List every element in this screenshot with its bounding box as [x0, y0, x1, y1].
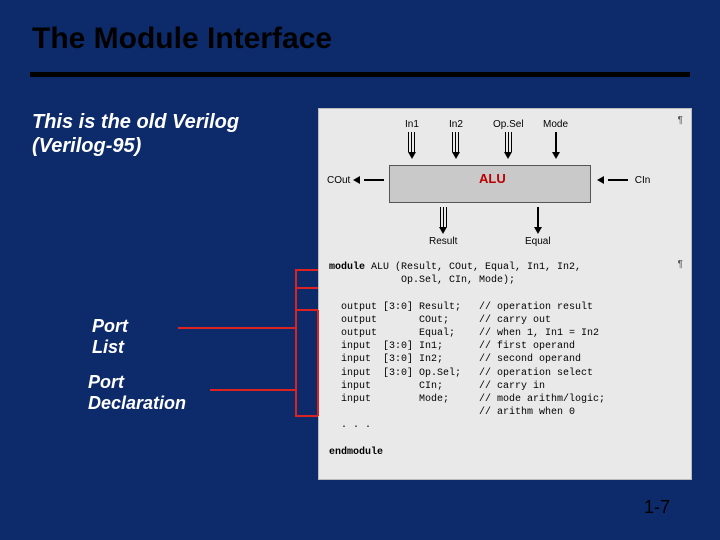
arrow-down-icon [493, 152, 524, 159]
slide-title: The Module Interface [32, 22, 332, 56]
port-left-cout: COut [327, 175, 388, 186]
arrow-down-icon [543, 152, 568, 159]
arrow-down-icon [449, 152, 463, 159]
port-label: Op.Sel [493, 119, 524, 130]
arrow-down-icon [429, 227, 457, 234]
port-top-opsel: Op.Sel [493, 119, 524, 159]
port-right-cin: CIn [597, 175, 650, 186]
wire-icon [364, 179, 384, 181]
port-top-mode: Mode [543, 119, 568, 159]
arrow-down-icon [525, 227, 551, 234]
alu-label: ALU [479, 171, 506, 186]
verilog-code: module ALU (Result, COut, Equal, In1, In… [329, 261, 685, 459]
subtitle-line-2: (Verilog-95) [32, 135, 141, 157]
wire-icon [555, 132, 557, 152]
bus-tick-icon [405, 132, 419, 152]
page-number: 1-7 [644, 497, 670, 518]
label-port-list: PortList [92, 316, 128, 357]
subtitle: This is the old Verilog (Verilog-95) [32, 110, 239, 158]
port-top-in2: In2 [449, 119, 463, 159]
arrow-down-icon [405, 152, 419, 159]
arrow-left-icon [597, 176, 604, 184]
port-label: CIn [635, 175, 651, 186]
arrow-left-icon [353, 176, 360, 184]
wire-icon [608, 179, 628, 181]
label-port-declaration: PortDeclaration [88, 372, 186, 413]
port-label: COut [327, 175, 350, 186]
port-bottom-result: Result [429, 207, 457, 247]
bus-tick-icon [429, 207, 457, 227]
port-bottom-equal: Equal [525, 207, 551, 247]
subtitle-line-1: This is the old Verilog [32, 111, 239, 133]
port-label: Result [429, 236, 457, 247]
port-label: In2 [449, 119, 463, 130]
paragraph-mark-icon: ¶ [678, 115, 683, 126]
port-label: Mode [543, 119, 568, 130]
bus-tick-icon [449, 132, 463, 152]
title-rule [30, 72, 690, 77]
port-label: In1 [405, 119, 419, 130]
diagram-and-code-panel: ¶ ALU In1 In2 Op.Sel Mode Re [318, 108, 692, 480]
wire-icon [537, 207, 539, 227]
port-label: Equal [525, 236, 551, 247]
bus-tick-icon [493, 132, 524, 152]
port-top-in1: In1 [405, 119, 419, 159]
